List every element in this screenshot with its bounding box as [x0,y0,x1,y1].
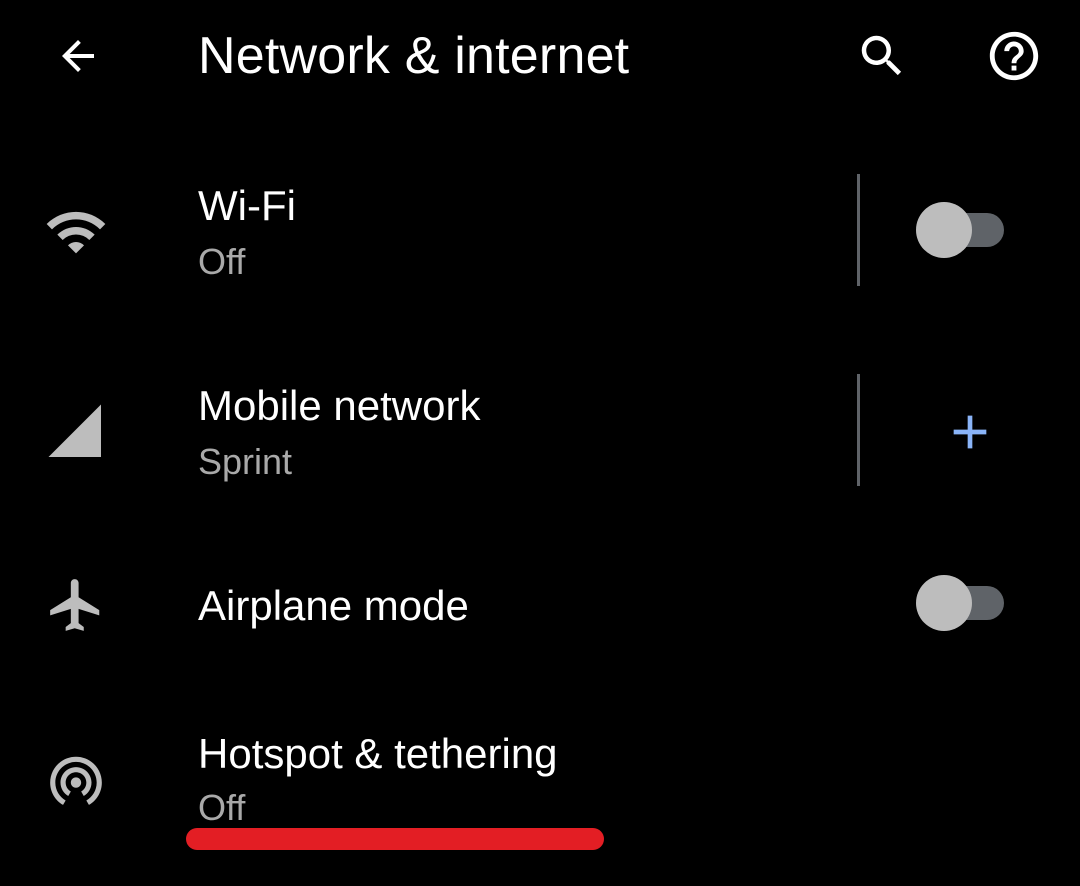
airplane-icon-wrap [40,569,112,641]
signal-icon [48,404,101,457]
app-bar: Network & internet [0,0,1080,112]
wifi-icon-wrap [40,196,112,268]
help-icon [989,31,1039,81]
setting-summary: Sprint [198,441,293,482]
search-icon [861,35,902,76]
setting-title: Wi-Fi [198,182,296,229]
row-divider [857,174,860,286]
setting-summary: Off [198,787,246,828]
airplane-icon [50,579,100,631]
setting-title: Airplane mode [198,582,469,629]
plus-icon [953,415,987,449]
back-button[interactable] [40,20,116,92]
wifi-icon [46,211,106,254]
setting-title: Mobile network [198,382,481,429]
setting-row-airplane-mode[interactable]: Airplane mode [0,540,1080,670]
hotspot-icon-wrap [40,744,112,816]
signal-icon-wrap [40,396,112,468]
setting-title: Hotspot & tethering [198,730,558,777]
wifi-toggle[interactable] [916,200,1006,260]
toggle-thumb [916,575,972,631]
setting-row-mobile-network[interactable]: Mobile network Sprint [0,340,1080,520]
setting-row-wifi[interactable]: Wi-Fi Off [0,140,1080,320]
row-divider [857,374,860,486]
add-mobile-network-button[interactable] [930,392,1010,472]
setting-summary: Off [198,241,246,282]
hotspot-icon [50,756,102,805]
toggle-thumb [916,202,972,258]
search-button[interactable] [844,20,920,92]
airplane-mode-toggle[interactable] [916,573,1006,633]
annotation-underline [186,828,604,850]
page-title: Network & internet [198,27,630,85]
help-button[interactable] [976,20,1052,92]
arrow-back-icon [62,40,94,72]
settings-screen: Network & internet Wi-Fi Off Mobile netw… [0,0,1080,886]
